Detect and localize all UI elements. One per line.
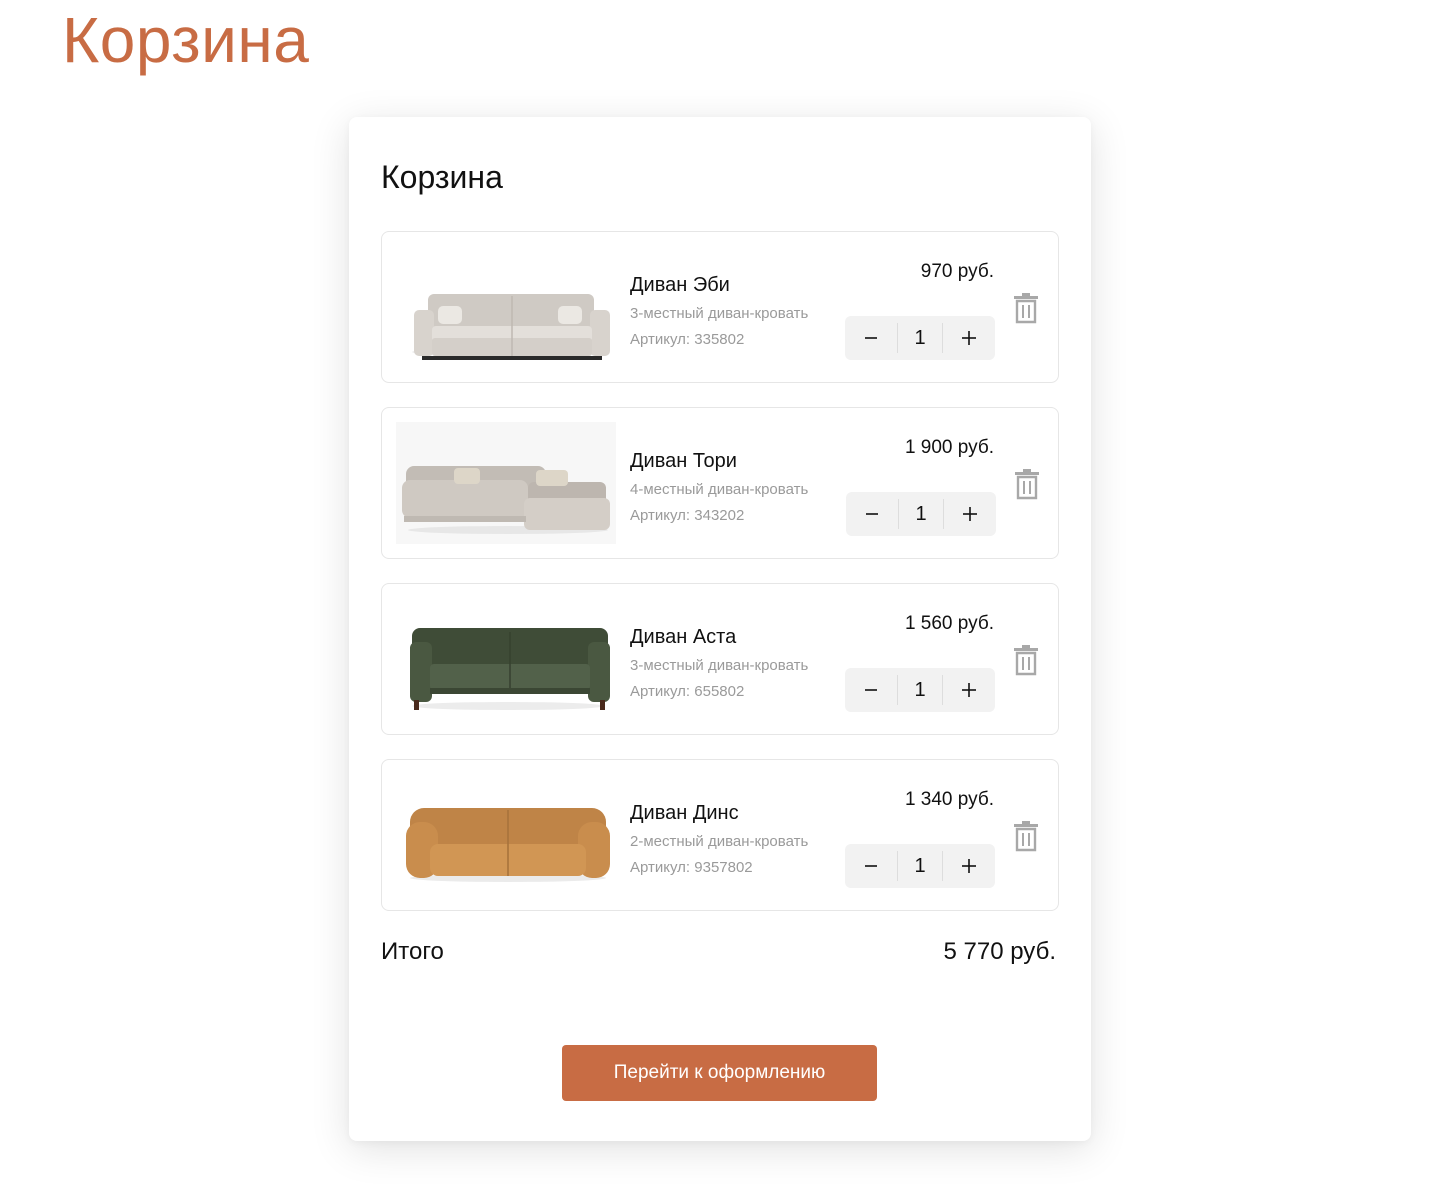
quantity-value: 1: [897, 323, 943, 353]
delete-item-button[interactable]: [1012, 292, 1040, 324]
plus-icon: [962, 683, 976, 697]
corner-sofa-image: [396, 422, 616, 544]
decrease-button[interactable]: [845, 844, 897, 888]
item-description: 4-местный диван-кровать: [630, 481, 809, 498]
quantity-stepper: 1: [845, 316, 995, 360]
sofa-image: [410, 628, 610, 710]
quantity-value: 1: [897, 675, 943, 705]
page-heading: Корзина: [62, 4, 310, 76]
cart-item: Диван Эби 3-местный диван-кровать Артику…: [381, 231, 1059, 383]
plus-icon: [962, 331, 976, 345]
item-sku: Артикул: 655802: [630, 683, 745, 700]
item-sku: Артикул: 9357802: [630, 859, 753, 876]
sofa-image: [406, 808, 610, 882]
delete-item-button[interactable]: [1013, 468, 1041, 500]
trash-icon: [1014, 645, 1038, 676]
quantity-stepper: 1: [845, 844, 995, 888]
decrease-button[interactable]: [845, 668, 897, 712]
item-name: Диван Тори: [630, 450, 737, 472]
item-price: 1 340 руб.: [904, 789, 994, 810]
item-sku: Артикул: 343202: [630, 507, 745, 524]
minus-icon: [866, 513, 878, 515]
item-price: 970 руб.: [920, 261, 994, 282]
item-description: 2-местный диван-кровать: [630, 833, 809, 850]
minus-icon: [865, 689, 877, 691]
quantity-value: 1: [897, 851, 943, 881]
item-price: 1 560 руб.: [904, 613, 994, 634]
increase-button[interactable]: [944, 492, 996, 536]
trash-icon: [1015, 469, 1039, 500]
decrease-button[interactable]: [845, 316, 897, 360]
item-price: 1 900 руб.: [904, 437, 994, 458]
total-label: Итого: [381, 938, 444, 965]
minus-icon: [865, 337, 877, 339]
delete-item-button[interactable]: [1012, 820, 1040, 852]
cart-panel: Корзина Диван Эби 3-местный диван-кроват…: [349, 117, 1091, 1141]
item-name: Диван Аста: [630, 626, 737, 648]
quantity-stepper: 1: [845, 668, 995, 712]
item-name: Диван Эби: [630, 274, 730, 296]
cart-item: Диван Тори 4-местный диван-кровать Артик…: [381, 407, 1059, 559]
checkout-button[interactable]: Перейти к оформлению: [562, 1045, 877, 1101]
item-sku: Артикул: 335802: [630, 331, 745, 348]
plus-icon: [963, 507, 977, 521]
sofa-image: [412, 294, 610, 360]
item-description: 3-местный диван-кровать: [630, 305, 809, 322]
minus-icon: [865, 865, 877, 867]
increase-button[interactable]: [943, 844, 995, 888]
quantity-stepper: 1: [846, 492, 996, 536]
item-name: Диван Динс: [630, 802, 739, 824]
trash-icon: [1014, 293, 1038, 324]
cart-item: Диван Аста 3-местный диван-кровать Артик…: [381, 583, 1059, 735]
increase-button[interactable]: [943, 668, 995, 712]
trash-icon: [1014, 821, 1038, 852]
cart-item: Диван Динс 2-местный диван-кровать Артик…: [381, 759, 1059, 911]
cart-title: Корзина: [381, 159, 503, 195]
delete-item-button[interactable]: [1012, 644, 1040, 676]
item-description: 3-местный диван-кровать: [630, 657, 809, 674]
decrease-button[interactable]: [846, 492, 898, 536]
plus-icon: [962, 859, 976, 873]
total-value: 5 770 руб.: [943, 938, 1057, 965]
quantity-value: 1: [898, 499, 944, 529]
increase-button[interactable]: [943, 316, 995, 360]
